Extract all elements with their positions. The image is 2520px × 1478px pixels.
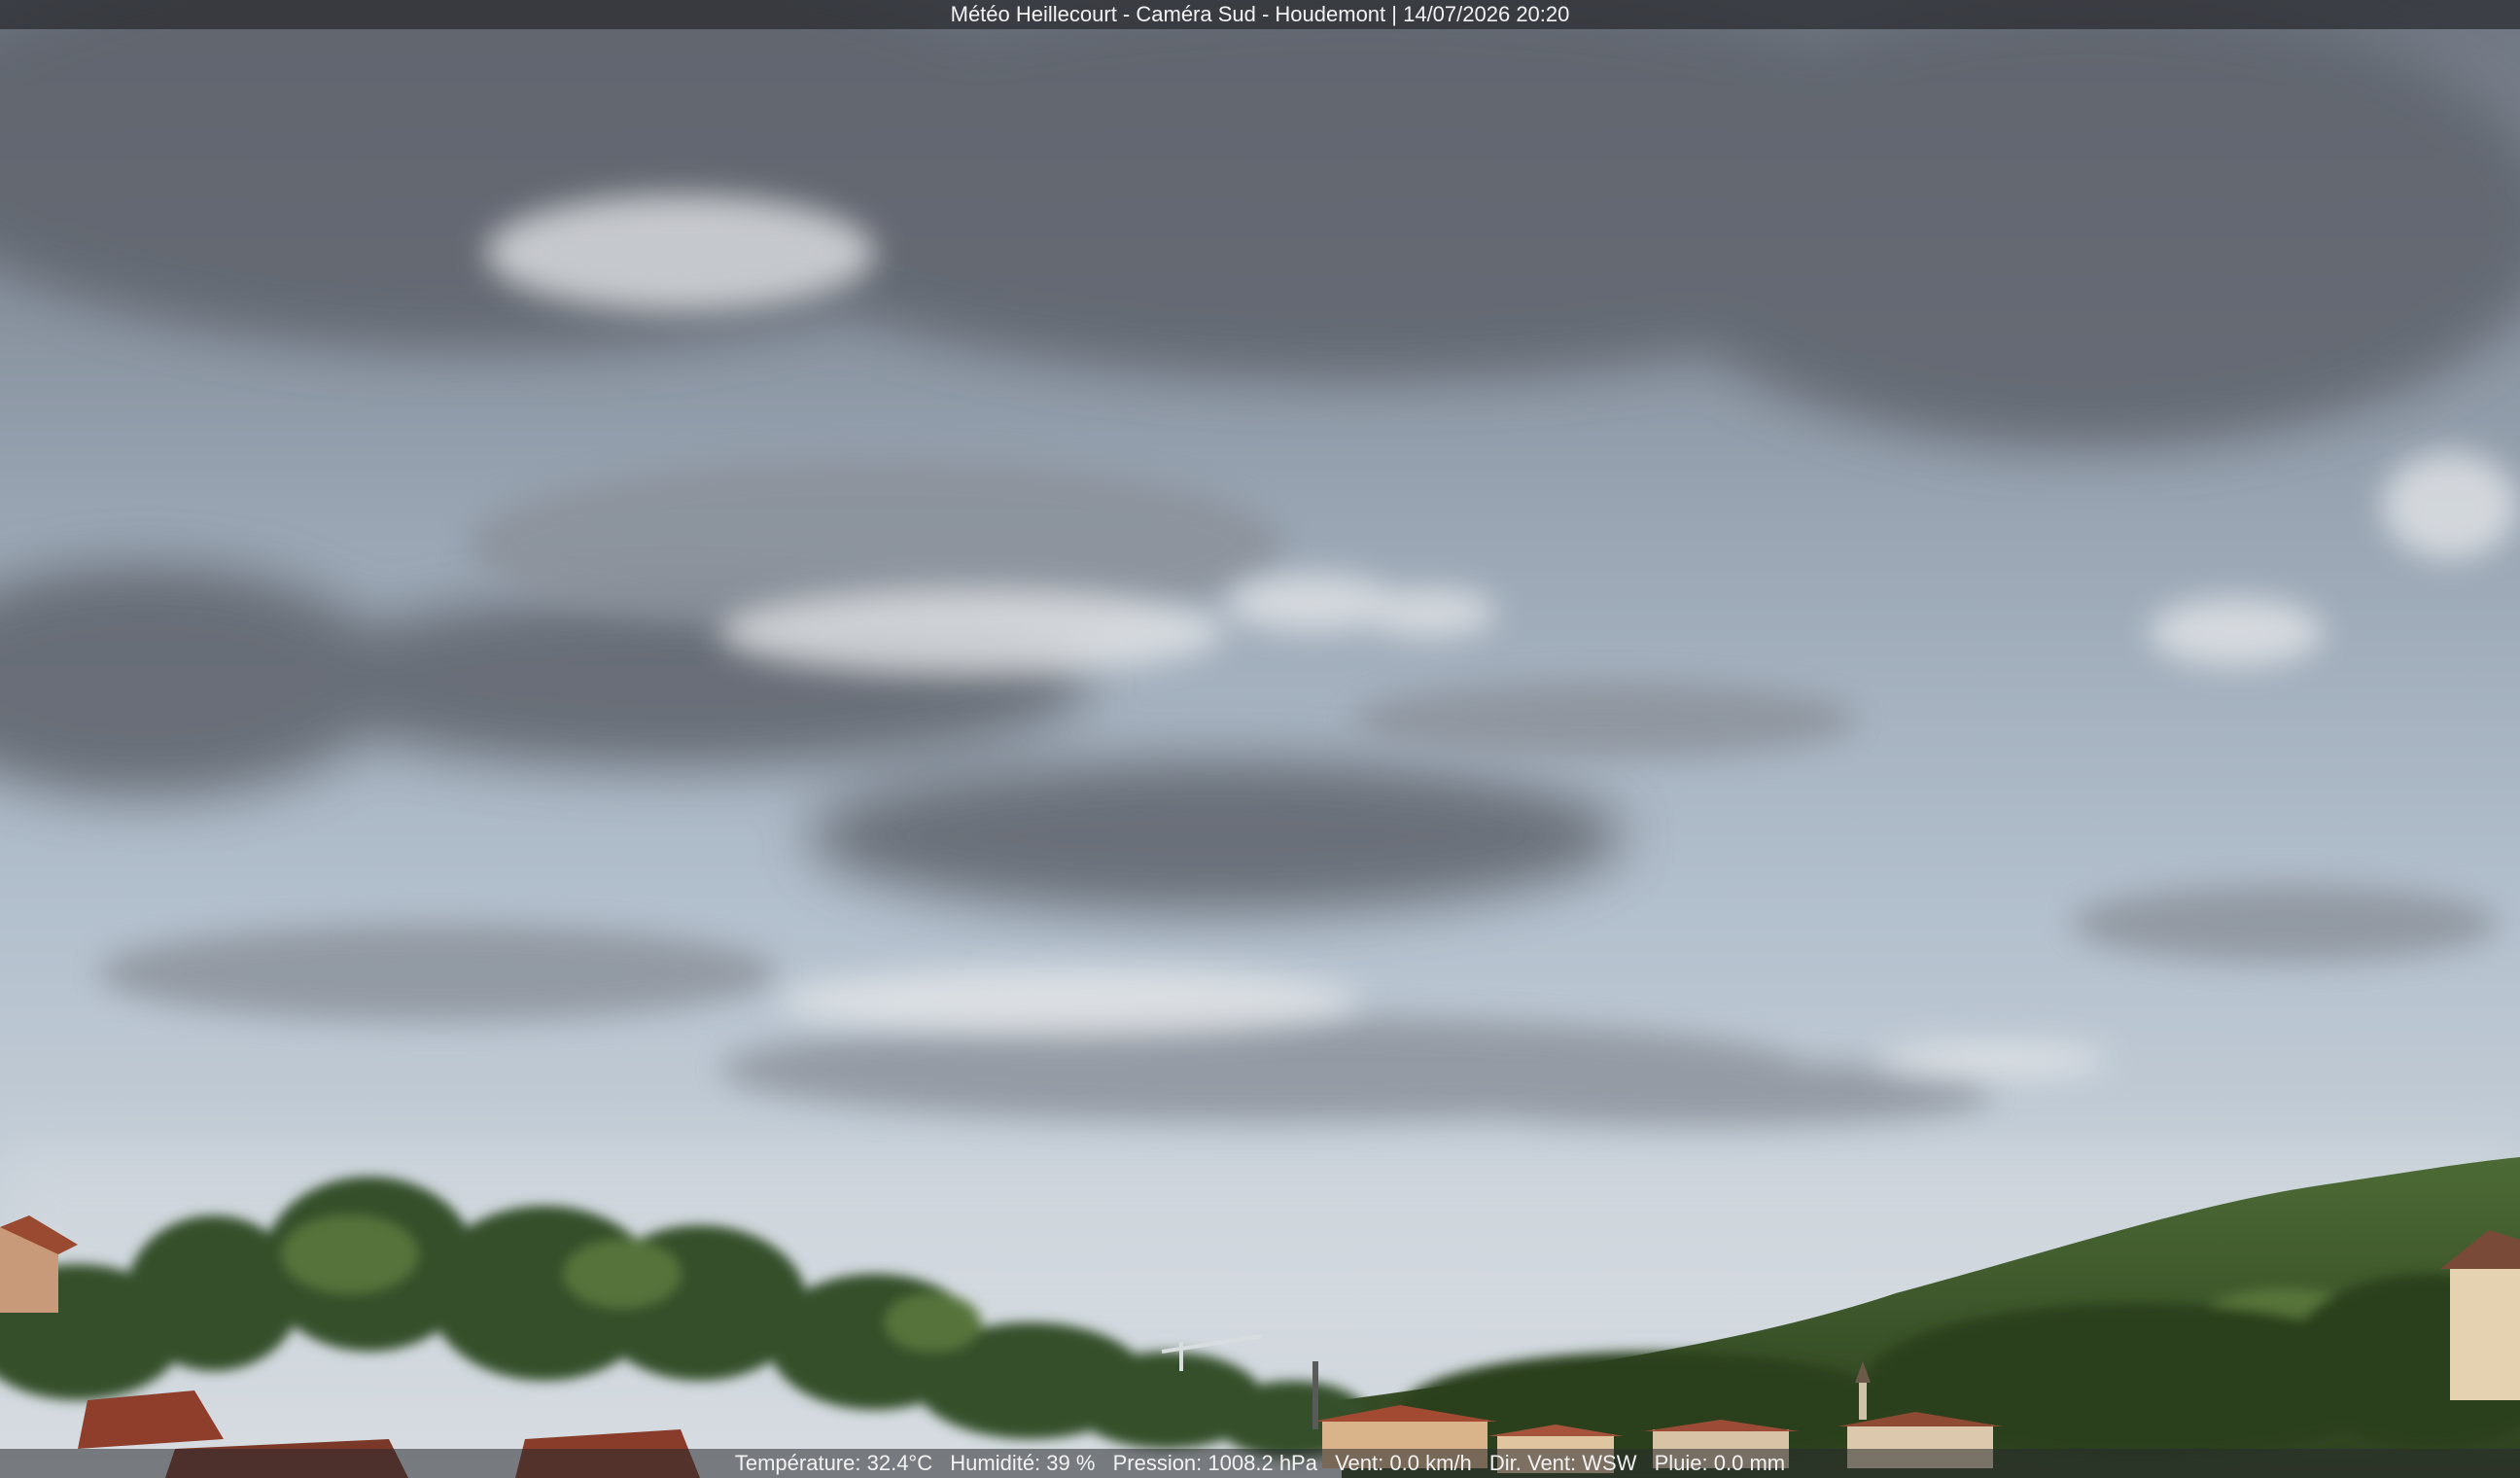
- wind-direction-reading: Dir. Vent: WSW: [1488, 1451, 1637, 1475]
- caption-text: Météo Heillecourt - Caméra Sud - Houdemo…: [950, 2, 1570, 26]
- rain-reading: Pluie: 0.0 mm: [1654, 1451, 1786, 1475]
- webcam-view: Météo Heillecourt - Caméra Sud - Houdemo…: [0, 0, 2520, 1478]
- wind-speed-reading: Vent: 0.0 km/h: [1335, 1451, 1472, 1475]
- webcam-image: [0, 0, 2520, 1478]
- humidity-reading: Humidité: 39 %: [950, 1451, 1096, 1475]
- weather-data-bar: Température: 32.4°C Humidité: 39 % Press…: [0, 1449, 2520, 1478]
- pressure-reading: Pression: 1008.2 hPa: [1112, 1451, 1317, 1475]
- temperature-reading: Température: 32.4°C: [734, 1451, 933, 1475]
- caption-bar: Météo Heillecourt - Caméra Sud - Houdemo…: [0, 0, 2520, 29]
